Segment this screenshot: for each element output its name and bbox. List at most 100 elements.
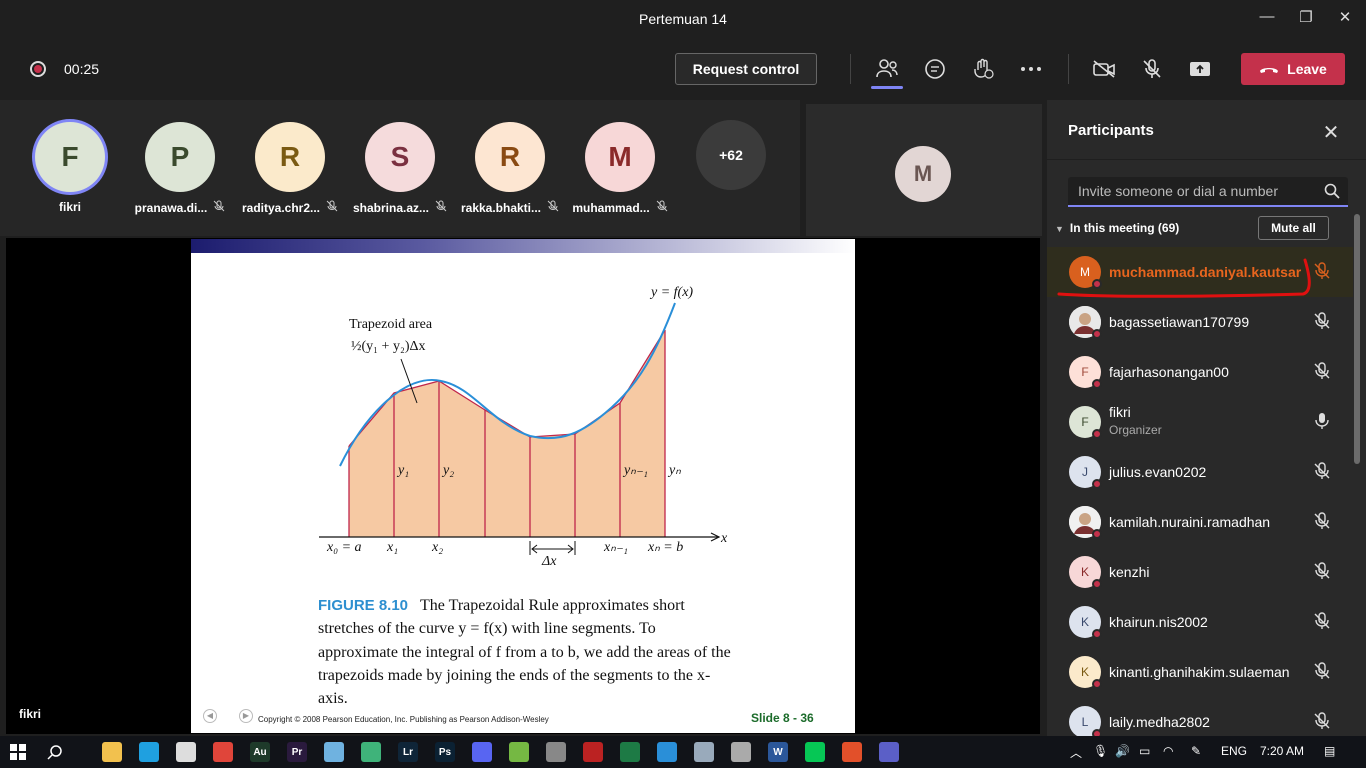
- microphone-icon[interactable]: 🎙: [1093, 744, 1108, 758]
- mic-off-icon[interactable]: [1311, 460, 1333, 482]
- participant-row[interactable]: Ffajarhasonangan00: [1047, 347, 1353, 397]
- participant-name: raditya.chr2...: [241, 201, 321, 215]
- reactions-icon[interactable]: [970, 56, 996, 82]
- divider: [1047, 159, 1366, 160]
- teams-icon[interactable]: [879, 742, 899, 762]
- participant-row[interactable]: Kkhairun.nis2002: [1047, 597, 1353, 647]
- vpn-icon[interactable]: [731, 742, 751, 762]
- mic-off-icon[interactable]: [1311, 660, 1333, 682]
- store-icon[interactable]: [176, 742, 196, 762]
- tile-name: fikri: [15, 200, 125, 214]
- video-tile[interactable]: Ppranawa.di...: [125, 122, 235, 215]
- volume-icon[interactable]: 🔊: [1115, 744, 1130, 758]
- participant-name: pranawa.di...: [134, 201, 208, 215]
- status-dot: [1092, 629, 1102, 639]
- line-icon[interactable]: [805, 742, 825, 762]
- avatar-initial: J: [1082, 465, 1088, 479]
- mic-off-icon[interactable]: [1139, 56, 1165, 82]
- mic-icon[interactable]: [1311, 410, 1333, 432]
- mic-off-icon[interactable]: [1311, 610, 1333, 632]
- notifications-icon[interactable]: ▤: [1324, 744, 1335, 758]
- slide-prev-icon[interactable]: ◀: [203, 709, 217, 723]
- battery-icon[interactable]: ▭: [1139, 744, 1150, 758]
- avatar-initial: K: [1080, 665, 1089, 679]
- clock[interactable]: 7:20 AM: [1260, 744, 1304, 758]
- video-tile[interactable]: Rrakka.bhakti...: [455, 122, 565, 215]
- file-explorer-icon[interactable]: [102, 742, 122, 762]
- xn-label: xₙ = b: [647, 540, 683, 555]
- camera-off-icon[interactable]: [1091, 56, 1117, 82]
- participant-row[interactable]: bagassetiawan170799: [1047, 297, 1353, 347]
- video-tile[interactable]: Sshabrina.az...: [345, 122, 455, 215]
- annotation-underline: [1057, 258, 1311, 298]
- mic-off-icon[interactable]: [1311, 310, 1333, 332]
- search-icon[interactable]: [1324, 183, 1340, 204]
- word-icon[interactable]: W: [768, 742, 788, 762]
- maximize-button[interactable]: ❐: [1291, 8, 1321, 30]
- mute-all-button[interactable]: Mute all: [1258, 216, 1329, 240]
- participant-row[interactable]: Kkenzhi: [1047, 547, 1353, 597]
- discord-icon[interactable]: [472, 742, 492, 762]
- lightroom-icon[interactable]: Lr: [398, 742, 418, 762]
- tile-name: pranawa.di...: [125, 200, 235, 215]
- video-tile[interactable]: Rraditya.chr2...: [235, 122, 345, 215]
- slide-next-icon[interactable]: ▶: [239, 709, 253, 723]
- mic-off-icon[interactable]: [1311, 510, 1333, 532]
- excel-icon[interactable]: [620, 742, 640, 762]
- status-dot: [1092, 529, 1102, 539]
- leave-button[interactable]: Leave: [1241, 53, 1345, 85]
- language-indicator[interactable]: ENG: [1221, 744, 1247, 758]
- participant-row[interactable]: Jjulius.evan0202: [1047, 447, 1353, 497]
- windows-start-icon[interactable]: [8, 742, 28, 762]
- utorrent-icon[interactable]: [509, 742, 529, 762]
- notepad-icon[interactable]: [324, 742, 344, 762]
- more-actions-icon[interactable]: [1018, 56, 1044, 82]
- video-tile: M: [806, 104, 1042, 236]
- edge-icon[interactable]: [139, 742, 159, 762]
- close-window-button[interactable]: ✕: [1330, 8, 1360, 30]
- scrollbar[interactable]: [1354, 214, 1360, 464]
- media-icon[interactable]: [361, 742, 381, 762]
- search-icon[interactable]: [45, 742, 65, 762]
- participant-list: Mmuchammad.daniyal.kautsar bagassetiawan1…: [1047, 247, 1353, 747]
- mic-off-icon: [435, 200, 447, 215]
- in-meeting-header[interactable]: ▼ In this meeting (69): [1055, 221, 1179, 235]
- photoshop-icon[interactable]: Ps: [435, 742, 455, 762]
- mic-off-icon[interactable]: [1311, 560, 1333, 582]
- ie-icon[interactable]: [657, 742, 677, 762]
- video-tile[interactable]: Ffikri: [15, 122, 125, 214]
- participant-name: muhammad...: [572, 201, 650, 215]
- close-panel-icon[interactable]: ✕: [1319, 120, 1343, 144]
- participants-active-indicator: [871, 86, 903, 89]
- participant-row[interactable]: kamilah.nuraini.ramadhan: [1047, 497, 1353, 547]
- participant-row[interactable]: Ffikri Organizer: [1047, 397, 1353, 447]
- participant-row[interactable]: Kkinanti.ghanihakim.sulaeman: [1047, 647, 1353, 697]
- invite-input[interactable]: [1068, 177, 1308, 205]
- audition-icon[interactable]: Au: [250, 742, 270, 762]
- show-hidden-icons[interactable]: ︿: [1070, 744, 1082, 761]
- foxit-icon[interactable]: [842, 742, 862, 762]
- avatar: M: [585, 122, 655, 192]
- status-dot: [1092, 579, 1102, 589]
- mic-off-icon[interactable]: [1311, 710, 1333, 732]
- minimize-button[interactable]: —: [1252, 8, 1282, 30]
- photos-icon[interactable]: [694, 742, 714, 762]
- participants-icon[interactable]: [874, 56, 900, 82]
- pen-icon[interactable]: ✎: [1191, 744, 1201, 758]
- share-screen-icon[interactable]: [1187, 56, 1213, 82]
- video-tile[interactable]: Mmuhammad...: [565, 122, 675, 215]
- wifi-icon[interactable]: ◠: [1163, 744, 1173, 758]
- figure-label: FIGURE 8.10: [318, 597, 409, 614]
- chat-icon[interactable]: [922, 56, 948, 82]
- steam-icon[interactable]: [546, 742, 566, 762]
- chrome-icon[interactable]: [213, 742, 233, 762]
- status-dot: [1092, 429, 1102, 439]
- avatar: R: [255, 122, 325, 192]
- request-control-button[interactable]: Request control: [675, 53, 817, 85]
- filezilla-icon[interactable]: [583, 742, 603, 762]
- more-participants-button[interactable]: +62: [696, 120, 766, 190]
- mic-off-icon[interactable]: [1311, 360, 1333, 382]
- premiere-icon[interactable]: Pr: [287, 742, 307, 762]
- mic-off-icon: [656, 200, 668, 215]
- curve-label: y = f(x): [649, 285, 693, 300]
